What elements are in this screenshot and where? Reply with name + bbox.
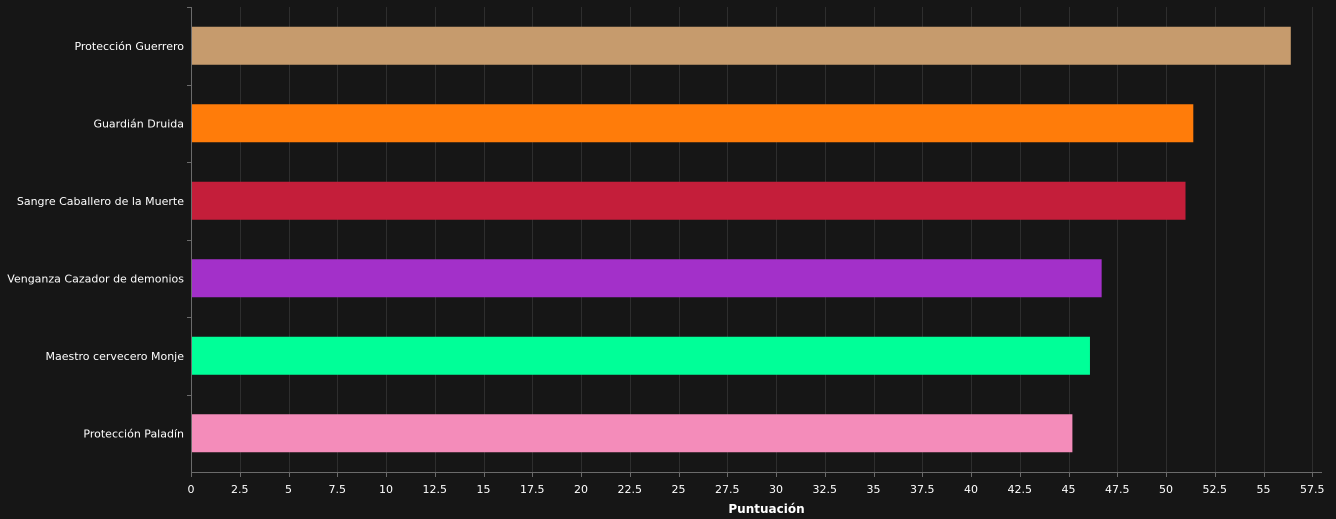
bar	[192, 414, 1073, 453]
y-category-label: Sangre Caballero de la Muerte	[17, 195, 184, 208]
x-tick-label: 57.5	[1300, 483, 1325, 496]
x-tick-label: 20	[574, 483, 588, 496]
x-tick-label: 47.5	[1105, 483, 1130, 496]
y-category-label: Guardián Druida	[93, 117, 184, 130]
y-category-label: Protección Paladín	[83, 427, 184, 440]
x-tick-label: 42.5	[1008, 483, 1033, 496]
x-tick-label: 50	[1159, 483, 1173, 496]
x-tick-label: 55	[1257, 483, 1271, 496]
bar	[192, 104, 1194, 143]
x-tick-label: 45	[1062, 483, 1076, 496]
grid-lines	[240, 7, 1313, 472]
x-tick-label: 35	[867, 483, 881, 496]
x-tick-label: 7.5	[329, 483, 347, 496]
x-tick-label: 25	[672, 483, 686, 496]
x-tick-label: 15	[477, 483, 491, 496]
x-tick-label: 17.5	[520, 483, 545, 496]
x-tick-label: 30	[769, 483, 783, 496]
x-tick-label: 5	[285, 483, 292, 496]
x-tick-label: 37.5	[910, 483, 935, 496]
x-axis-title: Puntuación	[728, 502, 804, 516]
bar-chart: 0 2.5 5 7.5 10 12.5 15 17.5 20 22.5 25 27.5 30 32.5 35…	[0, 0, 1336, 519]
bar	[192, 336, 1090, 375]
x-tick-label: 2.5	[231, 483, 249, 496]
y-category-label: Protección Guerrero	[74, 40, 184, 53]
x-tick-label: 27.5	[715, 483, 740, 496]
bar	[192, 181, 1186, 220]
bar	[192, 26, 1291, 65]
x-tick-label: 0	[188, 483, 195, 496]
y-category-label: Venganza Cazador de demonios	[7, 272, 184, 285]
x-tick-label: 12.5	[423, 483, 448, 496]
x-tick-label: 10	[379, 483, 393, 496]
bar	[192, 259, 1102, 298]
x-tick-label: 40	[964, 483, 978, 496]
y-category-label: Maestro cervecero Monje	[45, 350, 184, 363]
x-tick-label: 32.5	[813, 483, 838, 496]
x-tick-label: 52.5	[1203, 483, 1228, 496]
x-tick-label: 22.5	[618, 483, 643, 496]
axes	[187, 7, 1322, 477]
bars	[192, 26, 1291, 453]
